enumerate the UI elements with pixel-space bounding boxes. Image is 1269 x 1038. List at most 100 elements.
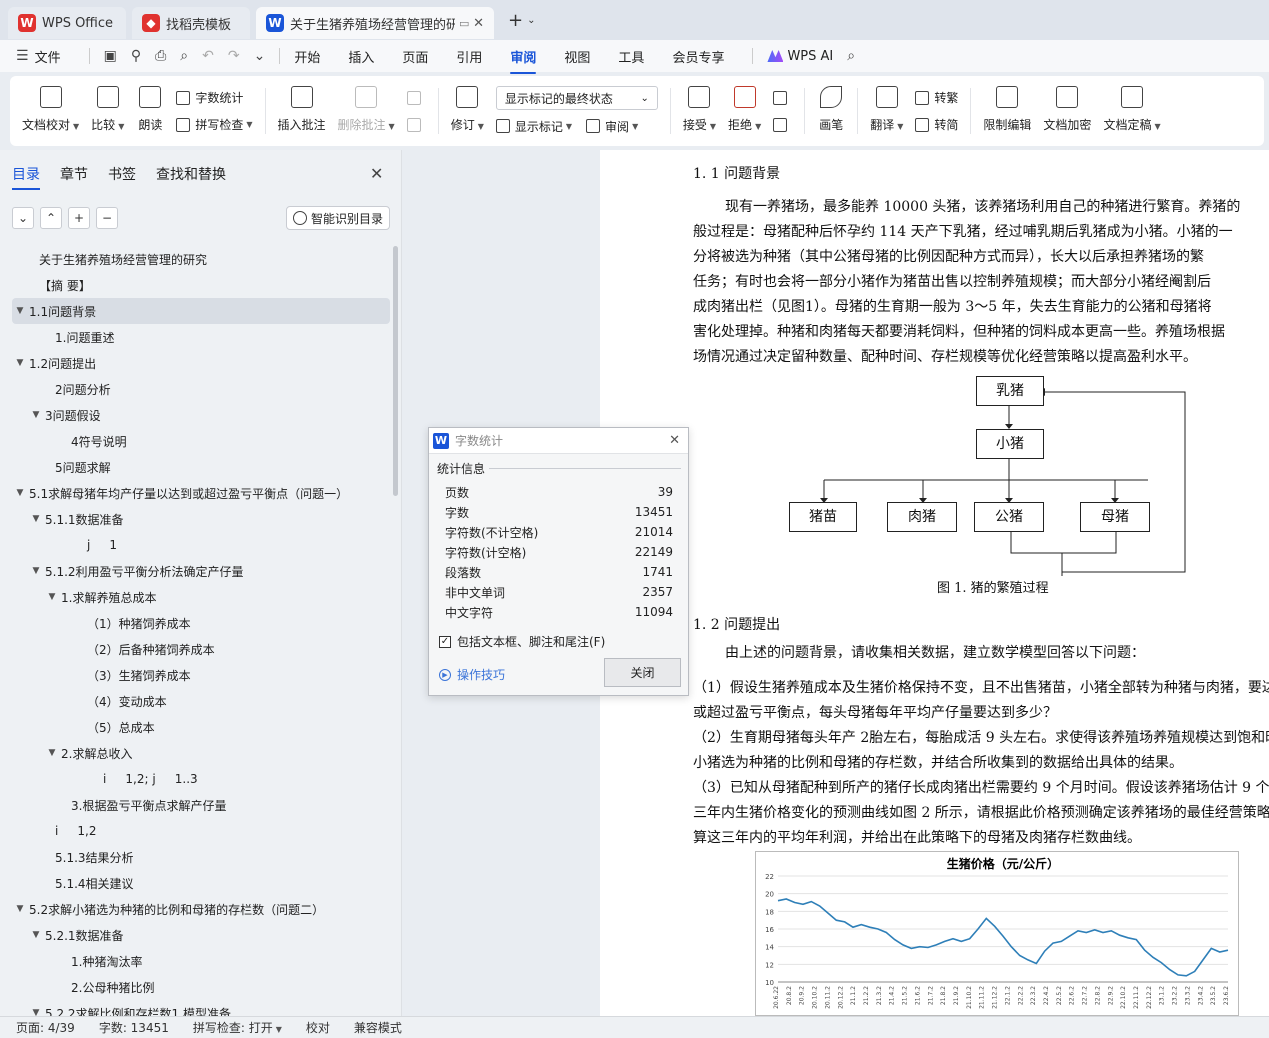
status-proof[interactable]: 校对: [306, 1019, 330, 1036]
translate-button[interactable]: 翻译 ▼: [864, 80, 909, 142]
accept-button[interactable]: 接受 ▼: [677, 80, 722, 142]
toc-item[interactable]: 3.根据盈亏平衡点求解产仔量: [12, 792, 390, 818]
dialog-close-button[interactable]: 关闭: [604, 658, 681, 687]
toc-item[interactable]: （2）后备种猪饲养成本: [12, 636, 390, 662]
screen-icon[interactable]: ▭: [459, 17, 469, 30]
toc-item[interactable]: （1）种猪饲养成本: [12, 610, 390, 636]
tab-toc[interactable]: 目录: [12, 164, 40, 190]
remove-icon[interactable]: −: [96, 207, 118, 229]
restrict-edit-button[interactable]: 限制编辑: [977, 80, 1037, 142]
toc-item[interactable]: 5.1.3结果分析: [12, 844, 390, 870]
collapse-up-icon[interactable]: ⌃: [40, 207, 62, 229]
toc-item[interactable]: 2问题分析: [12, 376, 390, 402]
tab-chapter[interactable]: 章节: [60, 164, 88, 184]
show-markup-button[interactable]: 显示标记 ▼: [495, 114, 572, 138]
toc-item[interactable]: 4符号说明: [12, 428, 390, 454]
expand-caret-icon[interactable]: ▼: [14, 488, 26, 498]
toc-item[interactable]: ▼ 5.1.1数据准备: [12, 506, 390, 532]
toc-item[interactable]: ▼ 5.2求解小猪选为种猪的比例和母猪的存栏数（问题二）: [12, 896, 390, 922]
toc-item[interactable]: 1.问题重述: [12, 324, 390, 350]
expand-caret-icon[interactable]: ▼: [30, 410, 42, 420]
collapse-down-icon[interactable]: ⌄: [12, 207, 34, 229]
to-traditional-button[interactable]: 转繁: [915, 86, 958, 110]
toc-item[interactable]: 5问题求解: [12, 454, 390, 480]
expand-caret-icon[interactable]: ▼: [14, 904, 26, 914]
status-spell[interactable]: 拼写检查: 打开 ▼: [193, 1019, 282, 1036]
menu-page[interactable]: 页面: [402, 47, 428, 66]
close-icon[interactable]: ✕: [473, 16, 484, 31]
toc-item[interactable]: i 1,2; j 1..3: [12, 766, 390, 792]
track-changes-button[interactable]: 修订 ▼: [445, 80, 490, 142]
menu-reference[interactable]: 引用: [456, 47, 482, 66]
tab-bookmark[interactable]: 书签: [108, 164, 136, 184]
prev-change-button[interactable]: [773, 86, 792, 110]
expand-caret-icon[interactable]: ▼: [30, 930, 42, 940]
menu-icon[interactable]: ☰: [16, 48, 29, 64]
toc-item[interactable]: ▼ 1.2问题提出: [12, 350, 390, 376]
print-icon[interactable]: ⎙: [155, 48, 166, 64]
expand-caret-icon[interactable]: ▼: [14, 358, 26, 368]
toc-item[interactable]: 2.公母种猪比例: [12, 974, 390, 1000]
share-icon[interactable]: ⚲: [131, 48, 141, 64]
toc-item[interactable]: ▼ 5.2.1数据准备: [12, 922, 390, 948]
toc-item[interactable]: 5.1.4相关建议: [12, 870, 390, 896]
status-words[interactable]: 字数: 13451: [99, 1019, 169, 1036]
smart-toc-button[interactable]: 智能识别目录: [286, 206, 390, 230]
menu-home[interactable]: 开始: [294, 47, 320, 66]
expand-caret-icon[interactable]: ▼: [30, 566, 42, 576]
read-aloud-button[interactable]: 朗读: [130, 80, 170, 142]
tips-link[interactable]: ▶ 操作技巧: [439, 666, 505, 683]
insert-comment-button[interactable]: 插入批注: [272, 80, 332, 142]
search-icon[interactable]: ⌕: [847, 48, 855, 64]
toc-item[interactable]: ▼ 1.求解养殖总成本: [12, 584, 390, 610]
close-icon[interactable]: ✕: [370, 164, 383, 183]
toc-item[interactable]: ▼ 5.1求解母猪年均产仔量以达到或超过盈亏平衡点（问题一）: [12, 480, 390, 506]
menu-member[interactable]: 会员专享: [672, 47, 724, 66]
delete-comment-button[interactable]: 删除批注 ▼: [332, 80, 401, 142]
toc-item[interactable]: （4）变动成本: [12, 688, 390, 714]
menu-insert[interactable]: 插入: [348, 47, 374, 66]
word-count-button[interactable]: 字数统计: [176, 86, 252, 110]
menu-tools[interactable]: 工具: [618, 47, 644, 66]
include-textbox-checkbox[interactable]: ✓ 包括文本框、脚注和尾注(F): [439, 633, 605, 650]
expand-caret-icon[interactable]: ▼: [46, 592, 58, 602]
toc-item[interactable]: j 1: [12, 532, 390, 558]
tab-wps-office[interactable]: W WPS Office: [8, 7, 126, 39]
expand-caret-icon[interactable]: ▼: [14, 306, 26, 316]
more-icon[interactable]: ⌄: [254, 48, 266, 64]
prev-comment-button[interactable]: [406, 86, 426, 110]
toc-item[interactable]: 关于生猪养殖场经营管理的研究: [12, 246, 390, 272]
reject-button[interactable]: 拒绝 ▼: [722, 80, 767, 142]
dialog-title-bar[interactable]: W 字数统计 ✕: [429, 428, 688, 454]
new-tab-icon[interactable]: +: [508, 10, 523, 31]
wps-ai-button[interactable]: WPS AI: [767, 49, 833, 64]
pen-button[interactable]: 画笔: [811, 80, 851, 142]
next-comment-button[interactable]: [406, 113, 426, 137]
next-change-button[interactable]: [773, 113, 792, 137]
chevron-down-icon[interactable]: ⌄: [527, 15, 535, 26]
redo-icon[interactable]: ↷: [228, 48, 240, 64]
toc-item[interactable]: （5）总成本: [12, 714, 390, 740]
expand-caret-icon[interactable]: ▼: [46, 748, 58, 758]
review-pane-button[interactable]: 审阅 ▼: [586, 114, 638, 138]
compare-button[interactable]: 比较 ▼: [85, 80, 130, 142]
expand-caret-icon[interactable]: ▼: [30, 514, 42, 524]
toc-item[interactable]: ▼ 1.1问题背景: [12, 298, 390, 324]
tab-template[interactable]: ◆ 找稻壳模板: [132, 7, 250, 39]
to-simplified-button[interactable]: 转简: [915, 113, 958, 137]
toc-item[interactable]: 1.种猪淘汰率: [12, 948, 390, 974]
add-icon[interactable]: +: [68, 207, 90, 229]
spell-check-button[interactable]: 拼写检查 ▼: [176, 113, 253, 137]
markup-state-select[interactable]: 显示标记的最终状态 ⌄: [495, 86, 658, 110]
menu-file[interactable]: 文件: [35, 47, 61, 66]
undo-icon[interactable]: ↶: [202, 48, 214, 64]
doc-check-button[interactable]: 文档校对 ▼: [16, 80, 85, 142]
toc-scrollbar[interactable]: [393, 246, 398, 496]
tab-find-replace[interactable]: 查找和替换: [156, 164, 226, 184]
close-icon[interactable]: ✕: [669, 433, 680, 448]
toc-item[interactable]: i 1,2: [12, 818, 390, 844]
print-preview-icon[interactable]: ⌕: [180, 48, 188, 64]
doc-encrypt-button[interactable]: 文档加密: [1037, 80, 1097, 142]
menu-view[interactable]: 视图: [564, 47, 590, 66]
toc-item[interactable]: ▼ 2.求解总收入: [12, 740, 390, 766]
